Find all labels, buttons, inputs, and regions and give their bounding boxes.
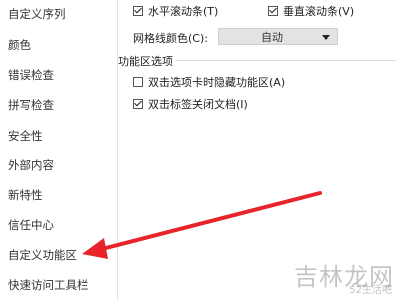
- ribbon-options-title: 功能区选项: [118, 55, 173, 68]
- gridline-color-select[interactable]: 自动: [218, 28, 338, 45]
- sidebar-item-color[interactable]: 颜色: [8, 37, 31, 53]
- chevron-down-icon: [322, 35, 330, 40]
- horizontal-scrollbar-checkbox[interactable]: [133, 6, 143, 16]
- sidebar-item-customize-ribbon[interactable]: 自定义功能区: [8, 247, 77, 263]
- sidebar-item-quick-access-toolbar[interactable]: 快速访问工具栏: [8, 277, 89, 293]
- double-click-close-doc-label: 双击标签关闭文档(I): [148, 98, 248, 111]
- sidebar-item-security[interactable]: 安全性: [8, 128, 43, 144]
- double-click-close-doc-checkbox[interactable]: [133, 99, 143, 109]
- gridline-color-value: 自动: [261, 30, 283, 44]
- double-click-hide-ribbon-label: 双击选项卡时隐藏功能区(A): [148, 76, 286, 89]
- watermark-sub: 52生活吧: [349, 285, 392, 296]
- vertical-scrollbar-option[interactable]: 垂直滚动条(V): [268, 3, 354, 19]
- sidebar-item-error-check[interactable]: 错误检查: [8, 67, 54, 83]
- options-panel: 水平滚动条(T) 垂直滚动条(V) 网格线颜色(C): 自动 功能区选项 双击选…: [118, 0, 400, 300]
- sidebar-item-custom-list[interactable]: 自定义序列: [8, 6, 66, 22]
- sidebar-item-external-content[interactable]: 外部内容: [8, 157, 54, 173]
- sidebar-item-spell-check[interactable]: 拼写检查: [8, 97, 54, 113]
- horizontal-scrollbar-option[interactable]: 水平滚动条(T): [133, 3, 218, 19]
- double-click-hide-ribbon-option[interactable]: 双击选项卡时隐藏功能区(A): [133, 74, 285, 90]
- vertical-scrollbar-checkbox[interactable]: [268, 6, 278, 16]
- ribbon-options-divider: [176, 60, 396, 61]
- double-click-hide-ribbon-checkbox[interactable]: [133, 77, 143, 87]
- sidebar-item-trust-center[interactable]: 信任中心: [8, 217, 54, 233]
- gridline-color-label: 网格线颜色(C):: [133, 32, 208, 45]
- options-sidebar: 自定义序列 颜色 错误检查 拼写检查 安全性 外部内容 新特性 信任中心 自定义…: [0, 0, 118, 300]
- double-click-close-doc-option[interactable]: 双击标签关闭文档(I): [133, 96, 248, 112]
- horizontal-scrollbar-label: 水平滚动条(T): [148, 5, 219, 18]
- sidebar-item-new-features[interactable]: 新特性: [8, 187, 43, 203]
- vertical-scrollbar-label: 垂直滚动条(V): [283, 5, 355, 18]
